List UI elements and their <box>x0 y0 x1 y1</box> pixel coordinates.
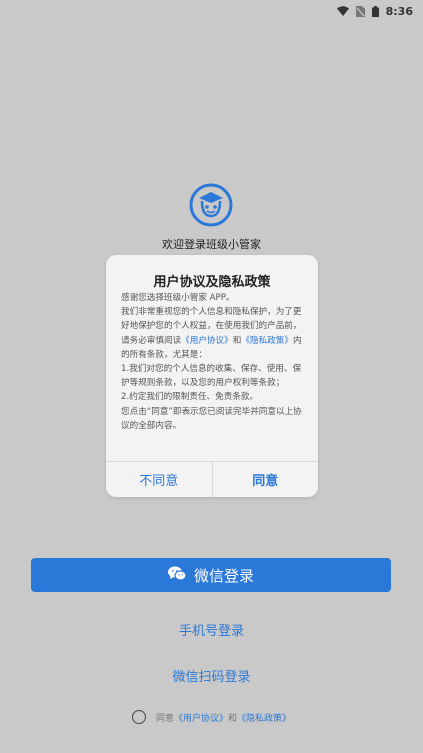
phone-login-link[interactable]: 手机号登录 <box>0 620 423 639</box>
wechat-login-label: 微信登录 <box>193 566 254 585</box>
wifi-icon <box>336 6 349 16</box>
dialog-intro: 感谢您选择班级小管家 APP。 <box>121 293 235 303</box>
welcome-text: 欢迎登录班级小管家 <box>162 238 261 251</box>
dialog-item-1: 1.我们对您的个人信息的收集、保存、使用、保护等规则条款，以及您的用户权利等条款… <box>121 364 302 389</box>
wechat-scan-login-link[interactable]: 微信扫码登录 <box>0 666 423 685</box>
status-time: 8:36 <box>385 4 413 18</box>
dialog-paragraph: 我们非常重视您的个人信息和隐私保护，为了更好地保护您的个人权益，在使用我们的产品… <box>121 305 304 362</box>
wechat-icon <box>167 566 187 585</box>
dialog-footer: 不同意 同意 <box>106 461 318 497</box>
dialog-item-2: 2.约定我们的限制责任、免责条款。 <box>121 392 259 403</box>
agreement-and: 和 <box>228 713 238 724</box>
wechat-login-button[interactable]: 微信登录 <box>31 558 391 592</box>
privacy-policy-link[interactable]: 《隐私政策》 <box>241 336 293 346</box>
app-logo-icon <box>189 183 233 227</box>
agreement-dialog: 用户协议及隐私政策 感谢您选择班级小管家 APP。 我们非常重视您的个人信息和隐… <box>106 255 318 497</box>
agreement-user-link[interactable]: 《用户协议》 <box>174 711 228 724</box>
battery-icon <box>371 5 379 17</box>
dialog-body: 感谢您选择班级小管家 APP。 我们非常重视您的个人信息和隐私保护，为了更好地保… <box>106 289 318 459</box>
agreement-prefix: 同意 <box>155 713 174 724</box>
agree-button[interactable]: 同意 <box>211 462 319 497</box>
dialog-footer-text: 您点击“同意”即表示您已阅读完毕并同意以上协议的全部内容。 <box>121 406 302 431</box>
user-agreement-link[interactable]: 《用户协议》 <box>181 336 233 346</box>
disagree-button[interactable]: 不同意 <box>106 462 212 497</box>
no-sim-icon <box>355 5 365 17</box>
agree-radio[interactable] <box>131 710 146 724</box>
agreement-row: 同意 《用户协议》 和 《隐私政策》 <box>0 710 423 724</box>
agreement-privacy-link[interactable]: 《隐私政策》 <box>237 711 291 724</box>
status-bar: 8:36 <box>0 0 423 22</box>
dialog-title: 用户协议及隐私政策 <box>153 275 271 290</box>
